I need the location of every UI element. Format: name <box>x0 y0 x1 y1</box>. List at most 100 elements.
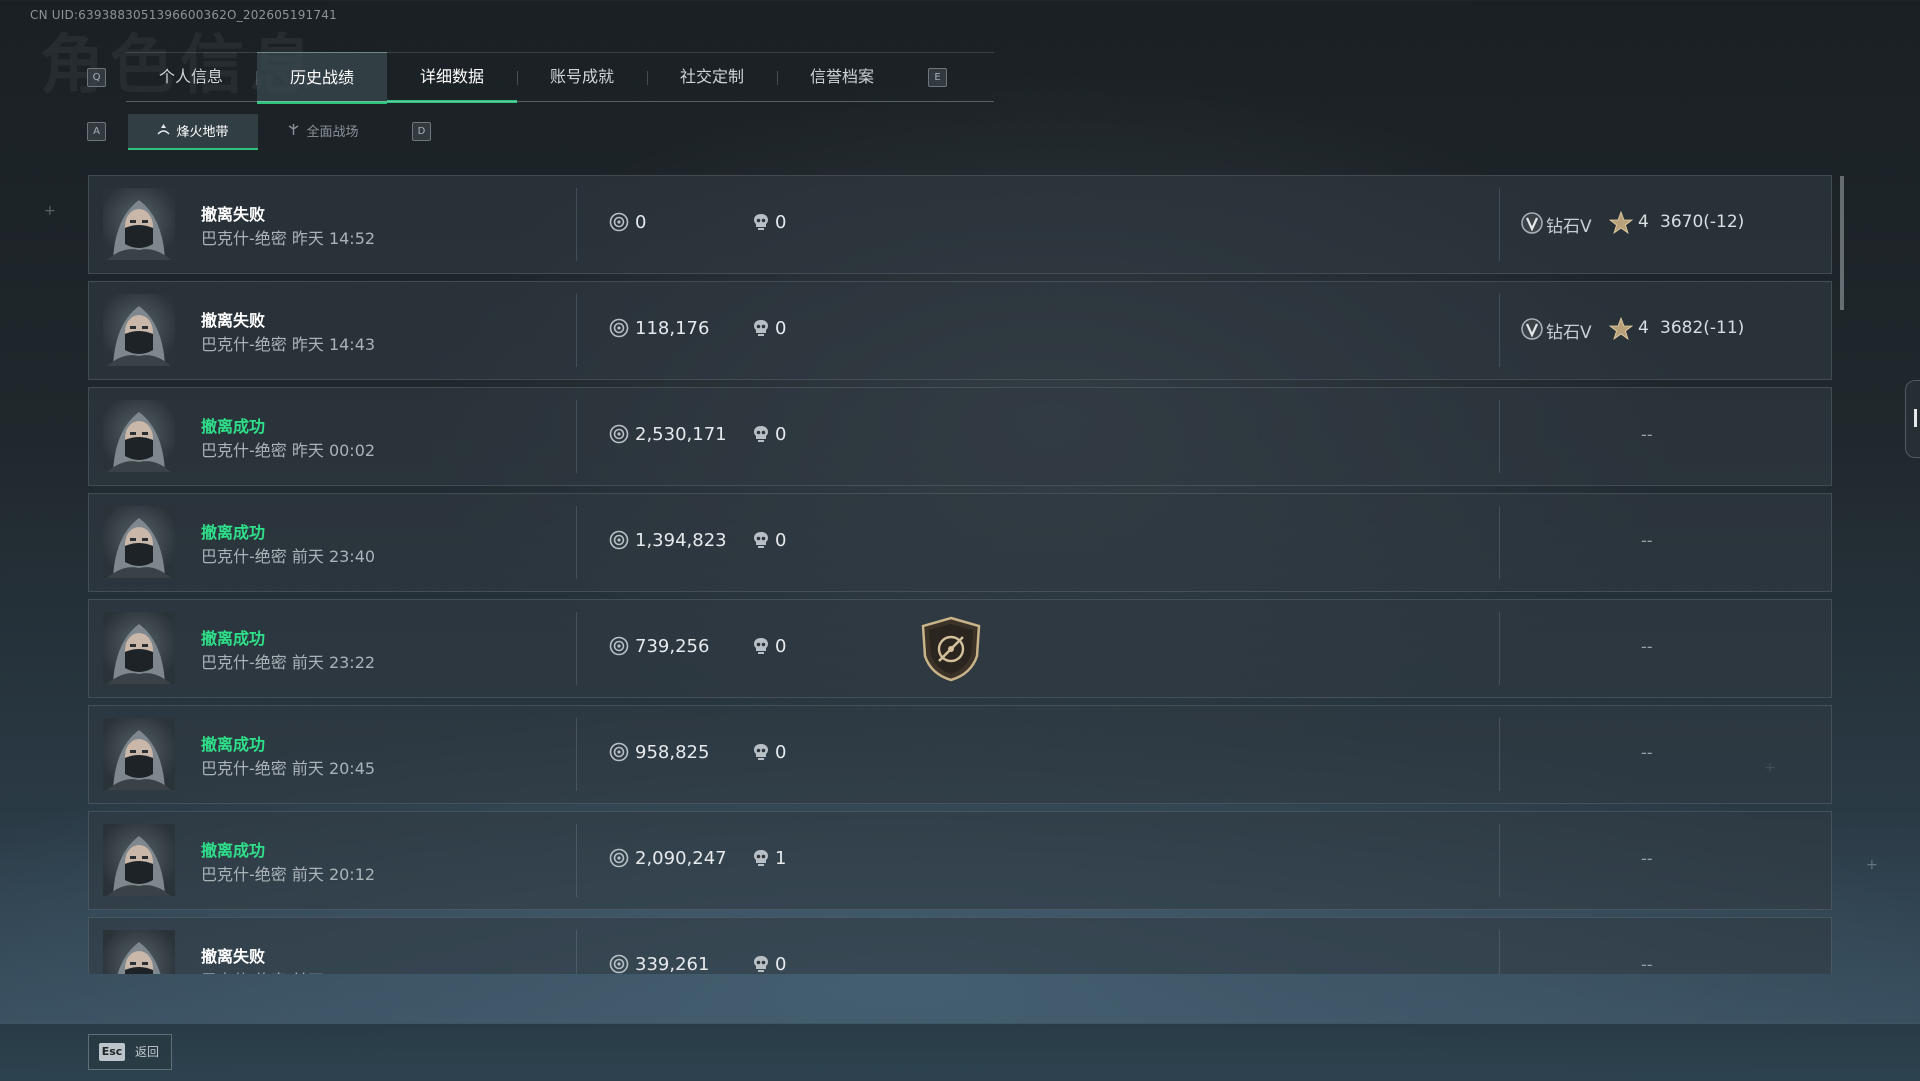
tab-detailed-stats[interactable]: 详细数据 <box>387 52 517 103</box>
match-map-time: 巴克什-绝密 昨天 14:52 <box>201 229 376 248</box>
star-icon <box>1608 210 1634 235</box>
currency-icon <box>609 636 629 656</box>
match-kill-count: 0 <box>775 742 787 763</box>
currency-icon <box>609 742 629 762</box>
match-row[interactable]: 撤离成功 巴克什-绝密 前天 20:45 958,825 0 -- <box>88 705 1832 804</box>
main-tab-bar: 个人信息 历史战绩 详细数据 账号成就 社交定制 信誉档案 <box>86 52 1010 104</box>
subtab-full-battlefield[interactable]: 全面战场 <box>258 114 388 150</box>
skull-icon <box>754 956 768 972</box>
match-money-value: 739,256 <box>635 636 710 657</box>
shield-badge-icon <box>921 616 981 682</box>
rank-placeholder: -- <box>1641 531 1653 550</box>
skull-icon <box>754 638 768 654</box>
match-result: 撤离成功 <box>201 629 266 648</box>
column-divider <box>576 188 577 261</box>
star-count: 4 <box>1638 318 1649 338</box>
back-button[interactable]: Esc 返回 <box>88 1034 172 1070</box>
match-map-time: 巴克什-绝密 前天 20:12 <box>201 865 376 884</box>
diamond-rank-icon <box>1521 318 1543 340</box>
match-kill-count: 0 <box>775 318 787 339</box>
rank-placeholder: -- <box>1641 425 1653 444</box>
tab-social-custom[interactable]: 社交定制 <box>647 52 777 102</box>
match-money-value: 958,825 <box>635 742 710 763</box>
match-map-time: 巴克什-绝密 昨天 14:43 <box>201 335 376 354</box>
column-divider <box>576 400 577 473</box>
subtab-beacon-zone[interactable]: 烽火地带 <box>128 114 258 150</box>
column-divider <box>1499 400 1500 473</box>
match-row[interactable]: 撤离成功 巴克什-绝密 前天 20:12 2,090,247 1 -- <box>88 811 1832 910</box>
operator-avatar <box>103 506 175 578</box>
column-divider <box>576 824 577 897</box>
subtab-prev-key-hint[interactable]: A <box>87 122 106 141</box>
match-row[interactable]: 撤离失败 巴克什-绝密 前天 20:04 339,261 0 -- <box>88 917 1832 974</box>
match-result: 撤离失败 <box>201 205 266 224</box>
tab-reputation[interactable]: 信誉档案 <box>777 52 907 102</box>
match-money-value: 118,176 <box>635 318 710 339</box>
column-divider <box>1499 612 1500 685</box>
diamond-rank-icon <box>1521 212 1543 234</box>
operator-avatar <box>103 294 175 366</box>
column-divider <box>1499 718 1500 791</box>
beacon-icon <box>157 114 171 150</box>
match-money-value: 2,090,247 <box>635 848 727 869</box>
match-map-time: 巴克什-绝密 前天 20:04 <box>201 967 375 974</box>
match-map-time: 巴克什-绝密 昨天 00:02 <box>201 441 376 460</box>
match-result: 撤离成功 <box>201 417 266 436</box>
column-divider <box>1499 824 1500 897</box>
skull-icon <box>754 744 768 760</box>
match-result: 撤离失败 <box>201 311 266 330</box>
column-divider <box>576 294 577 367</box>
match-kill-count: 1 <box>775 848 787 869</box>
operator-avatar <box>103 612 175 684</box>
column-divider <box>576 506 577 579</box>
column-divider <box>576 718 577 791</box>
tab-next-key-hint[interactable]: E <box>928 68 947 87</box>
rank-score: 3670(-12) <box>1660 212 1745 232</box>
rank-placeholder: -- <box>1641 637 1653 656</box>
column-divider <box>1499 930 1500 974</box>
skull-icon <box>754 320 768 336</box>
match-money-value: 1,394,823 <box>635 530 727 551</box>
skull-icon <box>754 532 768 548</box>
column-divider <box>1499 188 1500 261</box>
currency-icon <box>609 318 629 338</box>
match-row[interactable]: 撤离失败 巴克什-绝密 昨天 14:43 118,176 0 钻石V 4 3682(… <box>88 281 1832 380</box>
skull-icon <box>754 426 768 442</box>
bottom-bar <box>0 1023 1920 1081</box>
column-divider <box>576 930 577 974</box>
uid-label: CN UID:6393883051396600362O_202605191741 <box>30 8 337 22</box>
operator-avatar <box>103 188 175 260</box>
operator-avatar <box>103 400 175 472</box>
side-panel-handle[interactable] <box>1905 380 1920 458</box>
match-row[interactable]: 撤离成功 巴克什-绝密 前天 23:22 739,256 0 -- <box>88 599 1832 698</box>
subtab-next-key-hint[interactable]: D <box>412 122 431 141</box>
hud-crosshair-icon: + <box>1866 857 1878 873</box>
match-kill-count: 0 <box>775 424 787 445</box>
esc-key-hint: Esc <box>99 1043 125 1061</box>
match-row[interactable]: 撤离失败 巴克什-绝密 昨天 14:52 0 0 钻石V 4 3670(-12) <box>88 175 1832 274</box>
tab-achievements[interactable]: 账号成就 <box>517 52 647 102</box>
operator-avatar <box>103 824 175 896</box>
skull-icon <box>754 214 768 230</box>
rank-placeholder: -- <box>1641 955 1653 974</box>
hud-crosshair-icon: + <box>44 203 56 219</box>
list-scrollbar[interactable] <box>1840 176 1844 310</box>
rank-placeholder: -- <box>1641 849 1653 868</box>
tab-match-history[interactable]: 历史战绩 <box>257 52 387 104</box>
match-map-time: 巴克什-绝密 前天 23:40 <box>201 547 376 566</box>
operator-avatar <box>103 718 175 790</box>
match-result: 撤离成功 <box>201 841 266 860</box>
star-count: 4 <box>1638 212 1649 232</box>
match-row[interactable]: 撤离成功 巴克什-绝密 昨天 00:02 2,530,171 0 -- <box>88 387 1832 486</box>
rank-score: 3682(-11) <box>1660 318 1745 338</box>
match-kill-count: 0 <box>775 212 787 233</box>
currency-icon <box>609 212 629 232</box>
subtab-full-battlefield-label: 全面战场 <box>306 125 359 140</box>
currency-icon <box>609 848 629 868</box>
tab-personal-info[interactable]: 个人信息 <box>126 52 256 102</box>
match-map-time: 巴克什-绝密 前天 23:22 <box>201 653 376 672</box>
operator-avatar <box>103 930 175 974</box>
skull-icon <box>754 850 768 866</box>
match-row[interactable]: 撤离成功 巴克什-绝密 前天 23:40 1,394,823 0 -- <box>88 493 1832 592</box>
column-divider <box>576 612 577 685</box>
